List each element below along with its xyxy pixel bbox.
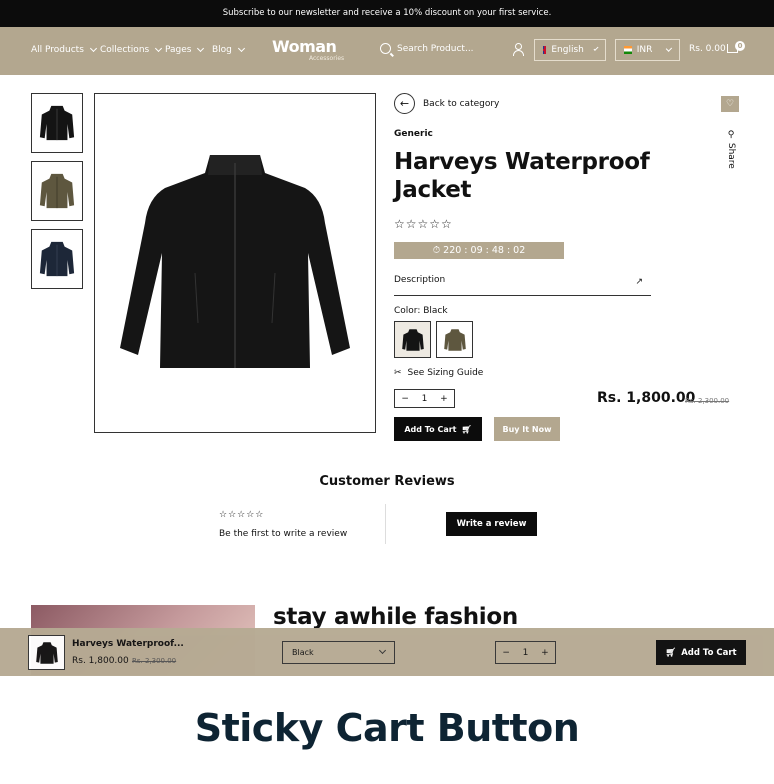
minus-button[interactable]: − xyxy=(401,394,409,404)
nav-collections[interactable]: Collections xyxy=(100,44,163,55)
countdown-timer: ⏱ 220 : 09 : 48 : 02 xyxy=(394,242,564,259)
buy-it-now-button[interactable]: Buy It Now xyxy=(494,417,560,441)
back-label: Back to category xyxy=(423,98,500,109)
cart-total[interactable]: Rs. 0.00 xyxy=(689,44,726,54)
quantity-value: 1 xyxy=(421,393,428,404)
reviews-title: Customer Reviews xyxy=(319,474,455,489)
heart-icon[interactable]: ♡ xyxy=(721,96,739,112)
product-vendor: Generic xyxy=(394,129,433,139)
logo-sub-text: Accessories xyxy=(309,55,345,62)
feature-caption: Sticky Cart Button xyxy=(194,706,580,750)
promo-title: stay awhile fashion xyxy=(273,604,518,630)
chevron-down-icon xyxy=(237,44,245,53)
language-selector[interactable]: English xyxy=(534,39,606,61)
description-accordion[interactable]: Description ↗ xyxy=(394,275,651,296)
product-price: Rs. 1,800.00 xyxy=(597,390,696,406)
language-value: English xyxy=(551,45,584,55)
jacket-olive-image xyxy=(39,173,75,209)
nav-all-products-label: All Products xyxy=(31,45,84,55)
india-flag-icon xyxy=(624,46,632,54)
chevron-down-icon xyxy=(666,45,673,52)
reviews-divider xyxy=(385,504,386,544)
sticky-compare-price: Rs. 2,300.00 xyxy=(132,657,177,665)
sticky-product-name: Harveys Waterproof... xyxy=(72,639,184,649)
quantity-stepper[interactable]: − 1 + xyxy=(394,389,455,408)
share-button[interactable]: ⚲ Share xyxy=(726,130,736,169)
scissors-icon: ✂ xyxy=(394,368,402,378)
search-placeholder: Search Product... xyxy=(397,43,474,54)
jacket-navy-image xyxy=(39,241,75,277)
chevron-down-icon xyxy=(378,646,387,655)
color-swatch-olive[interactable] xyxy=(436,321,473,358)
sticky-variant-value: Black xyxy=(292,648,314,657)
cart-icon: 🛒︎ xyxy=(461,424,472,434)
nav-blog[interactable]: Blog xyxy=(212,44,245,55)
chevron-down-icon xyxy=(593,45,599,52)
timer-value: 220 : 09 : 48 : 02 xyxy=(443,245,526,256)
search-bar[interactable]: Search Product... xyxy=(380,43,474,54)
product-rating[interactable]: ☆☆☆☆☆ xyxy=(394,217,453,231)
sticky-price: Rs. 1,800.00 xyxy=(72,656,129,666)
currency-selector[interactable]: INR xyxy=(615,39,680,61)
share-label: Share xyxy=(726,142,736,169)
stopwatch-icon: ⏱ xyxy=(432,245,444,256)
back-to-category-link[interactable]: ← Back to category xyxy=(394,93,499,114)
basket-icon: 🛒︎ xyxy=(665,647,677,658)
sticky-plus-button[interactable]: + xyxy=(541,648,549,658)
site-logo[interactable]: Woman Accessories xyxy=(272,37,344,62)
main-navbar: All Products Collections Pages Blog Woma… xyxy=(0,27,774,75)
nav-all-products[interactable]: All Products xyxy=(31,44,97,55)
user-icon[interactable] xyxy=(513,43,524,56)
product-main-image[interactable] xyxy=(94,93,376,433)
uk-flag-icon xyxy=(543,46,547,54)
product-title: Harveys Waterproof Jacket xyxy=(394,149,650,203)
arrow-up-right-icon: ↗ xyxy=(635,277,643,287)
announcement-bar: Subscribe to our newsletter and receive … xyxy=(0,0,774,27)
product-thumbnail-black[interactable] xyxy=(31,93,83,153)
nav-collections-label: Collections xyxy=(100,45,150,55)
product-compare-price: Rs. 2,300.00 xyxy=(685,397,730,405)
sticky-jacket-image xyxy=(35,641,58,664)
chevron-down-icon xyxy=(197,44,205,53)
sticky-product-thumbnail xyxy=(28,635,65,670)
description-label: Description xyxy=(394,275,446,285)
currency-value: INR xyxy=(636,45,653,55)
reviews-empty-text: Be the first to write a review xyxy=(219,529,348,539)
color-label: Color: Black xyxy=(394,306,448,316)
write-review-button[interactable]: Write a review xyxy=(446,512,537,536)
sticky-add-to-cart-button[interactable]: 🛒︎ Add To Cart xyxy=(656,640,746,665)
sticky-variant-select[interactable]: Black xyxy=(282,641,395,664)
nav-pages[interactable]: Pages xyxy=(165,44,205,55)
sticky-add-to-cart-label: Add To Cart xyxy=(681,647,737,658)
color-swatch-black[interactable] xyxy=(394,321,431,358)
add-to-cart-button[interactable]: Add To Cart 🛒︎ xyxy=(394,417,482,441)
product-thumbnail-navy[interactable] xyxy=(31,229,83,289)
chevron-down-icon xyxy=(155,44,163,53)
share-icon: ⚲ xyxy=(726,130,736,143)
jacket-black-image xyxy=(39,105,75,141)
nav-blog-label: Blog xyxy=(212,45,232,55)
chevron-down-icon xyxy=(89,44,97,53)
search-icon xyxy=(380,43,391,54)
sizing-guide-link[interactable]: ✂ See Sizing Guide xyxy=(394,368,483,378)
sticky-cart-bar: Harveys Waterproof... Rs. 1,800.00 Rs. 2… xyxy=(0,628,774,676)
plus-button[interactable]: + xyxy=(440,394,448,404)
swatch-olive-image xyxy=(443,328,466,351)
add-to-cart-label: Add To Cart xyxy=(404,424,457,434)
product-thumbnail-olive[interactable] xyxy=(31,161,83,221)
arrow-left-icon: ← xyxy=(394,93,415,114)
sizing-label: See Sizing Guide xyxy=(407,368,484,378)
sticky-quantity-stepper[interactable]: − 1 + xyxy=(495,641,556,664)
swatch-black-image xyxy=(401,328,424,351)
jacket-main-image xyxy=(120,155,350,368)
reviews-stars: ☆☆☆☆☆ xyxy=(219,510,265,520)
nav-pages-label: Pages xyxy=(165,45,192,55)
sticky-quantity-value: 1 xyxy=(522,647,529,658)
sticky-minus-button[interactable]: − xyxy=(502,648,510,658)
logo-main-text: Woman xyxy=(272,37,337,56)
cart-count-badge: 0 xyxy=(735,41,745,51)
